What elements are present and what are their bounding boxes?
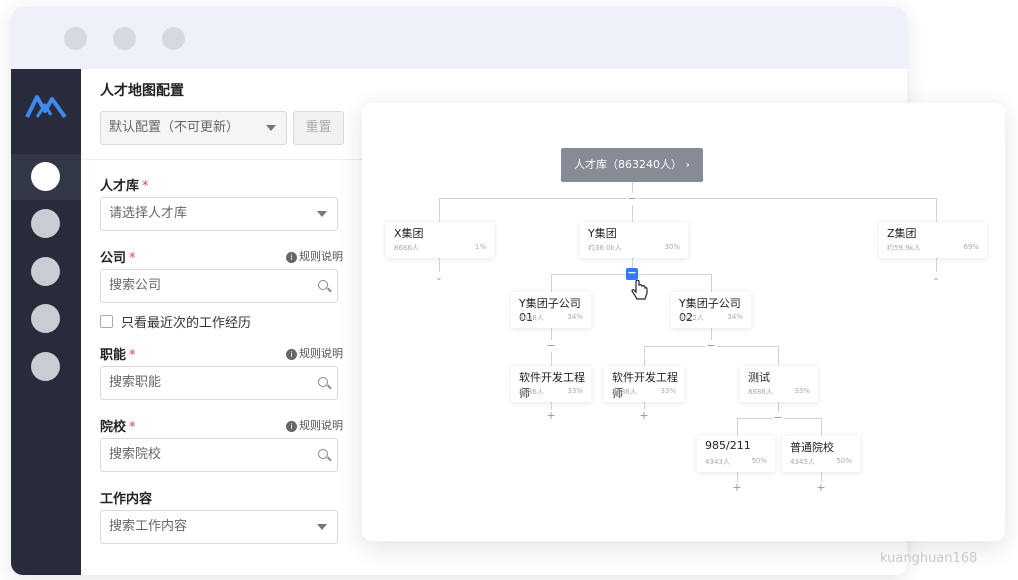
- work-content-placeholder: 搜索工作内容: [109, 519, 188, 534]
- info-icon: i: [286, 252, 297, 263]
- tree-node-y-sub-02[interactable]: Y集团子公司02 8612人 34%: [671, 292, 751, 328]
- chevron-down-icon: [317, 211, 327, 217]
- panel-title: 人才地图配置: [100, 83, 184, 99]
- sidebar-item-5[interactable]: [31, 352, 60, 381]
- info-icon: i: [286, 349, 297, 360]
- title-bar: [11, 7, 907, 69]
- info-icon: i: [286, 421, 297, 432]
- expand-toggle[interactable]: +: [545, 410, 557, 422]
- collapse-toggle-active[interactable]: −: [626, 267, 638, 280]
- recent-only-checkbox[interactable]: [100, 315, 113, 328]
- school-rule-link[interactable]: i 规则说明: [286, 417, 343, 433]
- work-content-label: 工作内容: [100, 492, 153, 507]
- collapse-toggle[interactable]: −: [772, 412, 784, 424]
- tree-node-985-211[interactable]: 985/211 4343人 50%: [697, 436, 775, 472]
- company-label: 公司 *: [100, 251, 136, 266]
- expand-toggle[interactable]: +: [815, 482, 827, 494]
- watermark-text: kuanghuan168: [880, 551, 978, 566]
- hand-cursor-icon: [631, 280, 648, 300]
- school-label: 院校 *: [100, 420, 136, 435]
- expand-toggle[interactable]: +: [638, 410, 650, 422]
- function-placeholder: 搜索职能: [109, 375, 162, 390]
- talent-pool-placeholder: 请选择人才库: [109, 206, 188, 221]
- school-search-input[interactable]: 搜索院校: [100, 438, 338, 472]
- tree-node-y-sub-01[interactable]: Y集团子公司01 8628人 34%: [511, 292, 591, 328]
- sidebar-item-3[interactable]: [31, 257, 60, 286]
- company-rule-link[interactable]: i 规则说明: [286, 248, 343, 264]
- function-search-input[interactable]: 搜索职能: [100, 366, 338, 400]
- sidebar-item-1[interactable]: [31, 162, 60, 191]
- window-close-button[interactable]: [64, 27, 87, 50]
- window-maximize-button[interactable]: [162, 27, 185, 50]
- config-select-value: 默认配置（不可更新）: [109, 120, 240, 135]
- expand-toggle[interactable]: +: [731, 482, 743, 494]
- recent-only-label: 只看最近次的工作经历: [121, 316, 252, 331]
- sidebar-item-4[interactable]: [31, 304, 60, 333]
- chevron-down-icon: [266, 125, 276, 131]
- tree-node-test[interactable]: 测试 8686人 33%: [740, 366, 818, 402]
- function-rule-link[interactable]: i 规则说明: [286, 345, 343, 361]
- school-placeholder: 搜索院校: [109, 447, 162, 462]
- reset-button[interactable]: 重置: [293, 111, 344, 145]
- search-icon: [318, 449, 328, 459]
- tree-node-y-group[interactable]: Y集团 约36.0k人 30%: [580, 222, 688, 258]
- company-placeholder: 搜索公司: [109, 278, 162, 293]
- tree-node-normal-school[interactable]: 普通院校 4343人 50%: [782, 436, 860, 472]
- chevron-down-icon[interactable]: ⌄: [433, 273, 445, 283]
- collapse-toggle[interactable]: −: [705, 340, 717, 352]
- search-icon: [318, 280, 328, 290]
- collapse-toggle[interactable]: −: [545, 340, 557, 352]
- search-icon: [318, 377, 328, 387]
- collapse-toggle[interactable]: −: [626, 193, 638, 205]
- tree-node-z-group[interactable]: Z集团 约59.9k人 69%: [879, 222, 987, 258]
- company-search-input[interactable]: 搜索公司: [100, 269, 338, 303]
- window-minimize-button[interactable]: [113, 27, 136, 50]
- tree-node-x-group[interactable]: X集团 8686人 1%: [386, 222, 494, 258]
- tree-node-software-engineer-1[interactable]: 软件开发工程师 8686人 33%: [511, 366, 591, 402]
- talent-pool-label: 人才库 *: [100, 179, 149, 194]
- divider: [81, 159, 371, 160]
- mountain-logo-icon[interactable]: [25, 93, 67, 119]
- work-content-select[interactable]: 搜索工作内容: [100, 510, 338, 544]
- chevron-down-icon[interactable]: ⌄: [930, 273, 942, 283]
- tree-root-node[interactable]: 人才库（863240人） ›: [561, 148, 703, 182]
- chevron-down-icon: [317, 524, 327, 530]
- tree-node-software-engineer-2[interactable]: 软件开发工程师 8686人 33%: [604, 366, 684, 402]
- config-select[interactable]: 默认配置（不可更新）: [100, 111, 287, 145]
- sidebar-item-2[interactable]: [31, 209, 60, 238]
- function-label: 职能 *: [100, 348, 136, 363]
- sidebar: [11, 69, 81, 575]
- talent-pool-select[interactable]: 请选择人才库: [100, 197, 338, 231]
